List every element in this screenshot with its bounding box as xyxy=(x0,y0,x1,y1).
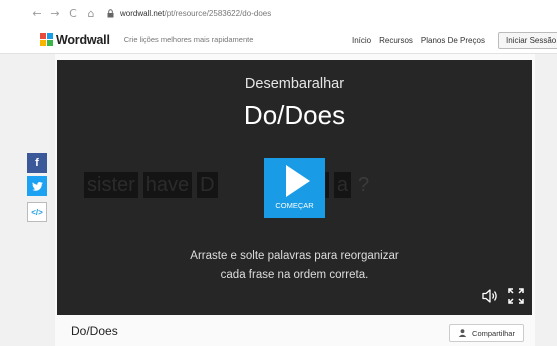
fullscreen-icon[interactable] xyxy=(508,288,524,304)
main-nav: Início Recursos Planos De Preços xyxy=(352,26,485,54)
nav-inicio[interactable]: Início xyxy=(352,36,371,45)
sound-icon[interactable] xyxy=(482,289,498,303)
embed-icon: </> xyxy=(31,207,43,217)
activity-player[interactable]: Desembaralhar Do/Does sister have D she … xyxy=(57,60,532,315)
lock-icon xyxy=(106,8,115,18)
share-button[interactable]: Compartilhar xyxy=(449,324,524,342)
word-tile: a xyxy=(333,172,351,198)
twitter-icon xyxy=(31,181,43,191)
instructions: Arraste e solte palavras para reorganiza… xyxy=(57,247,532,285)
word-tile: D xyxy=(197,172,218,198)
play-icon xyxy=(285,165,310,197)
login-button[interactable]: Iniciar Sessão xyxy=(498,32,557,49)
forward-button[interactable]: → xyxy=(48,7,62,20)
embed-button[interactable]: </> xyxy=(27,202,47,222)
browser-toolbar: ← → C ⌂ wordwall.net/pt/resource/2583622… xyxy=(0,0,557,26)
tagline: Crie lições melhores mais rapidamente xyxy=(123,35,254,44)
reload-button[interactable]: C xyxy=(66,7,80,20)
wordwall-logo[interactable]: Wordwall xyxy=(40,33,110,47)
instructions-line-1: Arraste e solte palavras para reorganiza… xyxy=(190,250,399,262)
word-tile: sister xyxy=(84,172,138,198)
instructions-line-2: cada frase na ordem correta. xyxy=(220,269,369,281)
question-mark: ? xyxy=(358,173,370,196)
resource-title: Do/Does xyxy=(71,324,118,338)
wordwall-logo-icon xyxy=(40,33,53,46)
activity-type: Desembaralhar xyxy=(244,76,345,92)
word-tile: have xyxy=(142,172,193,198)
logo-text: Wordwall xyxy=(56,32,110,47)
share-label: Compartilhar xyxy=(472,328,515,338)
word-tiles-preview: sister have D she a ? xyxy=(84,172,369,198)
start-button[interactable]: COMEÇAR xyxy=(264,158,325,218)
start-label: COMEÇAR xyxy=(275,201,314,210)
facebook-icon: f xyxy=(35,157,39,169)
address-bar[interactable]: wordwall.net/pt/resource/2583622/do-does xyxy=(120,9,271,18)
activity-title: Do/Does xyxy=(243,100,346,130)
nav-recursos[interactable]: Recursos xyxy=(379,36,413,45)
site-header: Wordwall Crie lições melhores mais rapid… xyxy=(0,26,557,54)
nav-planos[interactable]: Planos De Preços xyxy=(421,36,485,45)
share-user-icon xyxy=(458,329,467,337)
home-button[interactable]: ⌂ xyxy=(84,7,98,20)
url-domain: wordwall.net xyxy=(120,8,165,18)
back-button[interactable]: ← xyxy=(30,7,44,20)
url-path: /pt/resource/2583622/do-does xyxy=(164,8,272,18)
facebook-share-button[interactable]: f xyxy=(27,153,47,173)
twitter-share-button[interactable] xyxy=(27,176,47,196)
